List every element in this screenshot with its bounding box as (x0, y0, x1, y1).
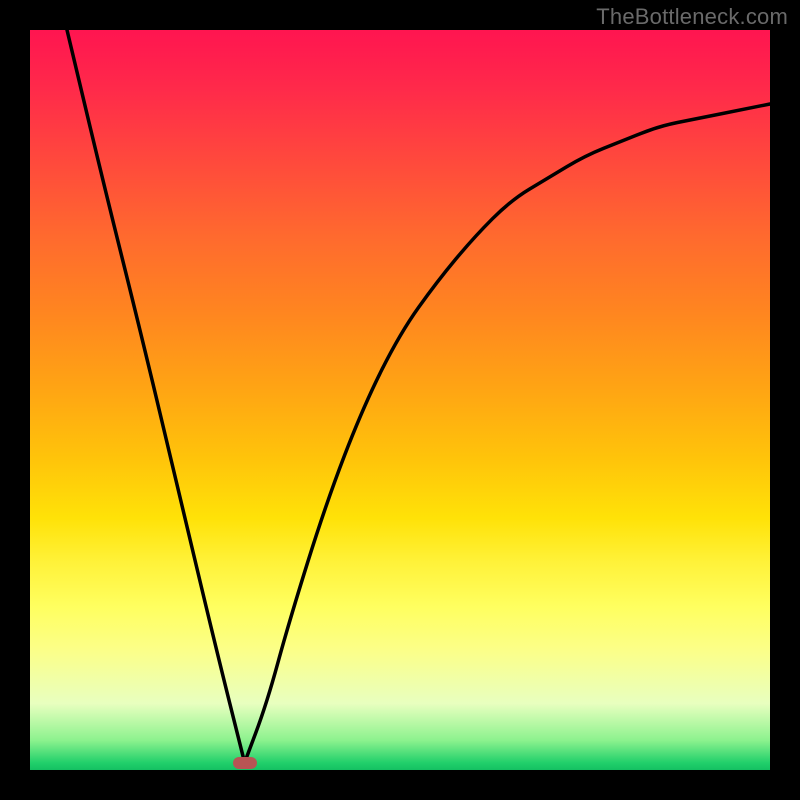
curve-right-branch (245, 104, 770, 763)
plot-area (30, 30, 770, 770)
chart-frame: TheBottleneck.com (0, 0, 800, 800)
dip-marker (233, 757, 257, 769)
curve-left-branch (67, 30, 245, 763)
bottleneck-curve (30, 30, 770, 770)
watermark-text: TheBottleneck.com (596, 4, 788, 30)
